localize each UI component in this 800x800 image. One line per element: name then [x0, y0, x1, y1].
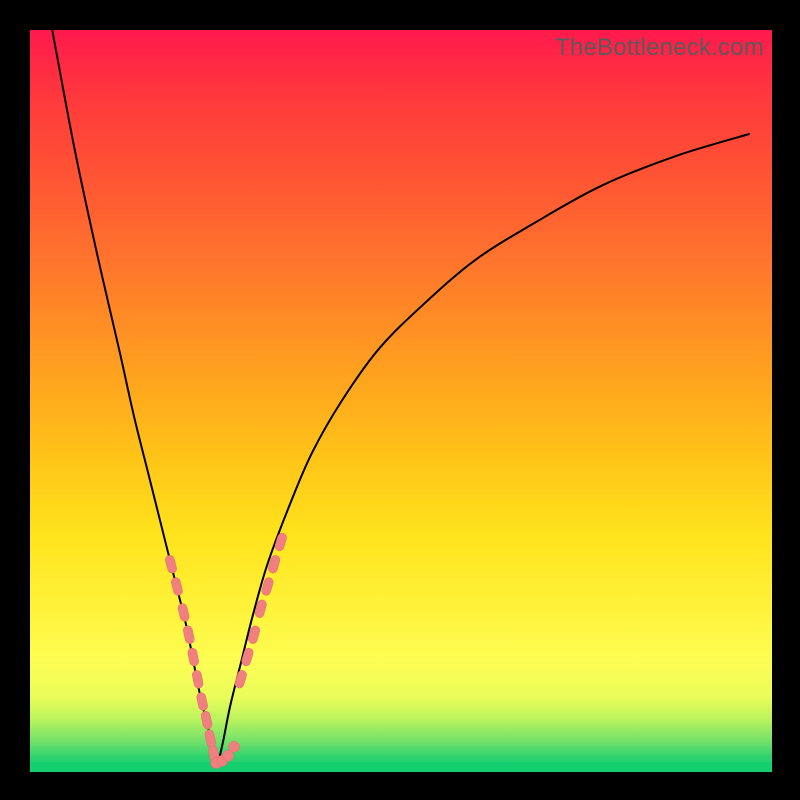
scatter-pill: [182, 625, 195, 644]
scatter-dot: [229, 741, 240, 752]
scatter-pill: [204, 729, 217, 748]
scatter-points: [164, 532, 287, 769]
curve-right: [218, 134, 750, 765]
chart-frame: TheBottleneck.com: [0, 0, 800, 800]
scatter-pill: [241, 647, 255, 667]
scatter-pill: [187, 647, 199, 666]
scatter-pill: [192, 670, 204, 689]
scatter-pill: [234, 669, 248, 689]
scatter-pill: [274, 532, 288, 552]
chart-svg: [30, 30, 772, 772]
chart-plot-area: TheBottleneck.com: [30, 30, 772, 772]
watermark-label: TheBottleneck.com: [555, 34, 764, 62]
scatter-pill: [164, 554, 177, 574]
scatter-pill: [170, 577, 183, 597]
scatter-pill: [196, 692, 209, 712]
scatter-pill: [200, 710, 213, 730]
scatter-pill: [177, 603, 190, 623]
